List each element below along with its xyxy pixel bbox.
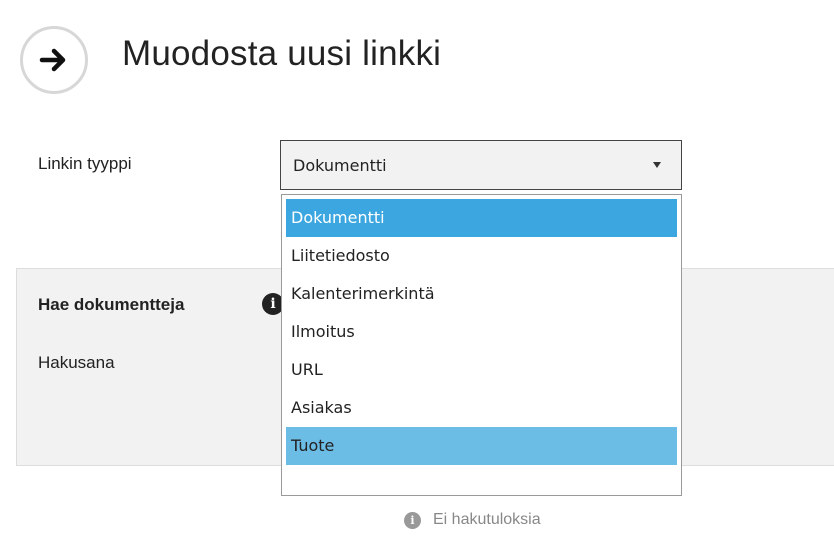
info-icon: i xyxy=(404,511,421,529)
link-type-dropdown-list: Dokumentti Liitetiedosto Kalenterimerkin… xyxy=(281,194,682,496)
link-type-selected-value: Dokumentti xyxy=(293,155,387,175)
dropdown-option-url[interactable]: URL xyxy=(286,351,677,389)
link-type-select[interactable]: Dokumentti xyxy=(280,140,682,190)
no-results-message: i Ei hakutuloksia xyxy=(404,511,541,529)
page-title: Muodosta uusi linkki xyxy=(122,34,442,73)
dropdown-option-tuote[interactable]: Tuote xyxy=(286,427,677,465)
search-panel-title: Hae dokumentteja xyxy=(38,295,185,314)
dropdown-option-liitetiedosto[interactable]: Liitetiedosto xyxy=(286,237,677,275)
no-results-text: Ei hakutuloksia xyxy=(433,511,541,528)
dropdown-option-dokumentti[interactable]: Dokumentti xyxy=(286,199,677,237)
chevron-down-icon xyxy=(653,162,661,168)
back-arrow-button[interactable] xyxy=(20,26,88,94)
page: Muodosta uusi linkki Linkin tyyppi Dokum… xyxy=(0,0,834,558)
dropdown-option-kalenterimerkinta[interactable]: Kalenterimerkintä xyxy=(286,275,677,313)
dropdown-option-ilmoitus[interactable]: Ilmoitus xyxy=(286,313,677,351)
arrow-right-icon xyxy=(39,48,66,72)
link-type-label: Linkin tyyppi xyxy=(38,154,132,173)
keyword-label: Hakusana xyxy=(38,353,115,372)
dropdown-option-asiakas[interactable]: Asiakas xyxy=(286,389,677,427)
